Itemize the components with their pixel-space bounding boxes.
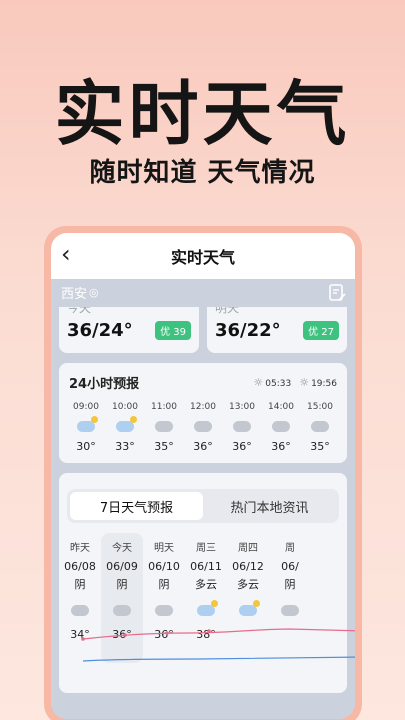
hour-time: 15:00 [307,402,333,412]
cloudy-icon [311,420,329,432]
day-date: 06/08 [64,560,96,573]
day-column[interactable]: 周四 06/12 多云 [227,533,269,663]
cloudy-icon [272,420,290,432]
day-date: 06/ [281,560,299,573]
partly-cloudy-icon [116,415,137,432]
app-screen: ‹ 实时天气 西安 ◎ 今天 36/24° 优 39 明天 36/22° 优 2… [51,233,355,719]
day-name: 今天 [112,543,132,554]
hour-item: 09:00 30° [69,402,103,453]
hour-time: 09:00 [73,402,99,412]
tab-local-news[interactable]: 热门本地资讯 [203,492,336,520]
hour-item: 15:00 35° [303,402,337,453]
hour-temp: 30° [76,440,96,453]
hour-temp: 36° [193,440,213,453]
day-summary-cards: 今天 36/24° 优 39 明天 36/22° 优 27 [51,307,355,353]
hour-time: 10:00 [112,402,138,412]
sunrise-time: 05:33 [265,379,292,389]
day-date: 06/10 [148,560,180,573]
hour-time: 13:00 [229,402,255,412]
day-weather: 阴 [116,578,128,591]
app-bar: ‹ 实时天气 [51,233,355,279]
page-title: 实时天气 [170,248,235,267]
hour-time: 14:00 [268,402,294,412]
cloudy-icon [113,604,131,616]
partly-cloudy-icon [239,599,260,616]
aqi-badge: 优 27 [303,320,339,340]
sun-times: ☼ 05:33 ☼ 19:56 [253,376,337,389]
hour-item: 11:00 35° [147,402,181,453]
partly-cloudy-icon [77,415,98,432]
day-name: 周四 [238,543,258,554]
hour-item: 14:00 36° [264,402,298,453]
hour-temp: 36° [271,440,291,453]
cloudy-icon [155,604,173,616]
cloudy-icon [281,604,299,616]
day-date: 06/11 [190,560,222,573]
day-name: 周 [285,543,295,554]
hero-subtitle: 随时知道 天气情况 [89,158,316,188]
day-high: 36° [154,628,174,641]
day-high: 38° [196,628,216,641]
hour-temp: 33° [115,440,135,453]
hour-temp: 35° [310,440,330,453]
hourly-title: 24小时预报 [69,377,140,392]
day-card-label: 明天 [215,307,240,315]
location-row[interactable]: 西安 ◎ [51,279,355,305]
hourly-list: 09:00 30° 10:00 33° 11:00 35° 12:00 36° 13:0… [69,402,337,453]
day-name: 昨天 [70,543,90,554]
day-high: 34° [70,628,90,641]
hour-item: 10:00 33° [108,402,142,453]
day-weather: 阴 [74,578,86,591]
sunset-time: 19:56 [311,379,337,389]
content: 西安 ◎ 今天 36/24° 优 39 明天 36/22° 优 27 24小时预… [51,279,355,719]
day-weather: 阴 [284,578,296,591]
day-temp-range: 36/22° [215,319,281,341]
day-card-label: 今天 [67,307,92,315]
hour-time: 12:00 [190,402,216,412]
hour-time: 11:00 [151,402,177,412]
day-column[interactable]: 周 06/阴 [269,533,311,663]
location-pin-icon: ◎ [89,285,99,299]
day-weather: 多云 [195,578,217,591]
day-high: 36° [112,628,132,641]
day-card-tomorrow[interactable]: 明天 36/22° 优 27 [207,307,347,353]
day-name: 明天 [154,543,174,554]
hour-item: 13:00 36° [225,402,259,453]
week-days: 昨天 06/08 阴 34° 今天 06/09 阴 36° 明天 06/10 阴 36° 周三 06… [59,533,355,663]
chevron-left-icon[interactable]: ‹ [61,242,85,267]
hour-temp: 35° [154,440,174,453]
day-date: 06/12 [232,560,264,573]
edit-note-icon[interactable] [327,283,347,303]
day-name: 周三 [196,543,216,554]
cloudy-icon [71,604,89,616]
day-column[interactable]: 周三 06/11 多云 38° [185,533,227,663]
weekly-forecast-card: 7日天气预报 热门本地资讯 昨天 06/08 阴 34° 今天 06/09 阴 36° 明天… [59,473,355,693]
day-weather: 阴 [158,578,170,591]
hour-temp: 36° [232,440,252,453]
aqi-badge: 优 39 [155,320,191,340]
cloudy-icon [194,420,212,432]
day-column[interactable]: 明天 06/10 阴 36° [143,533,185,663]
hourly-forecast-card: 24小时预报 ☼ 05:33 ☼ 19:56 09:00 30° 10:00 33° 1… [59,363,347,463]
forecast-tabs: 7日天气预报 热门本地资讯 [67,489,339,523]
day-weather: 多云 [237,578,259,591]
phone-frame: ‹ 实时天气 西安 ◎ 今天 36/24° 优 39 明天 36/22° 优 2… [44,226,362,720]
sunrise-icon: ☼ [253,376,264,389]
partly-cloudy-icon [197,599,218,616]
hour-item: 12:00 36° [186,402,220,453]
sunset-icon: ☼ [299,376,310,389]
day-card-today[interactable]: 今天 36/24° 优 39 [59,307,199,353]
day-date: 06/09 [106,560,138,573]
day-column[interactable]: 昨天 06/08 阴 34° [59,533,101,663]
hero-title: 实时天气 [54,73,351,155]
location-name: 西安 [61,286,88,302]
cloudy-icon [155,420,173,432]
day-column-today[interactable]: 今天 06/09 阴 36° [101,533,143,663]
day-temp-range: 36/24° [67,319,133,341]
cloudy-icon [233,420,251,432]
tab-7day-forecast[interactable]: 7日天气预报 [70,492,203,520]
